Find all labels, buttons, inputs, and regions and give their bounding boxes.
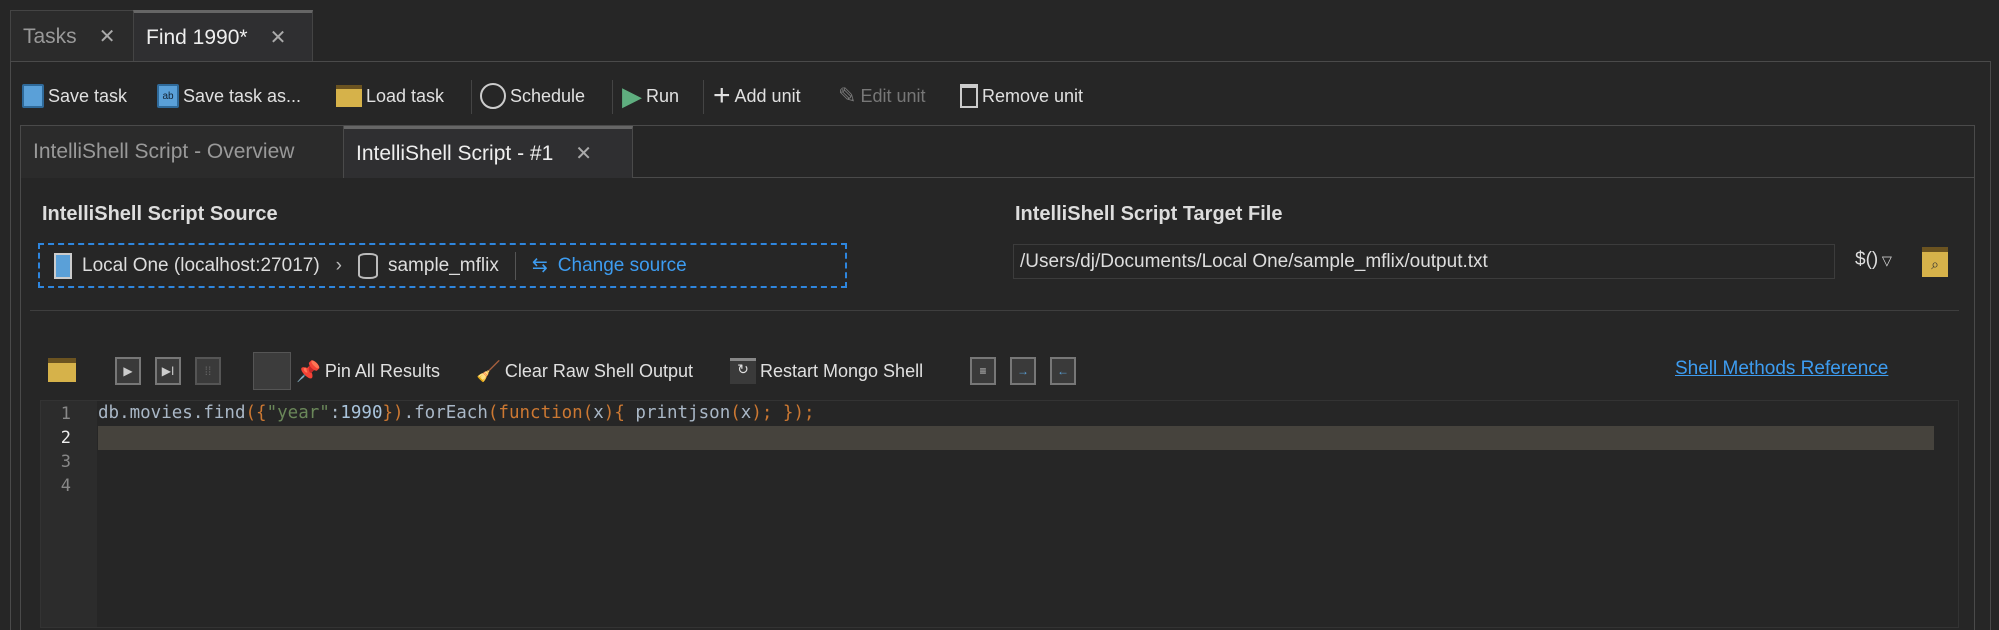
code-token: (function( <box>487 403 594 423</box>
restart-shell-button[interactable]: ↻ Restart Mongo Shell <box>730 356 923 386</box>
tab-tasks[interactable]: Tasks ✕ <box>10 10 134 62</box>
restart-icon: ↻ <box>730 358 756 384</box>
label: Save task <box>48 85 128 106</box>
tab-label: IntelliShell Script - Overview <box>33 140 295 163</box>
label: Schedule <box>510 85 586 106</box>
divider <box>612 80 613 114</box>
tab-find-1990[interactable]: Find 1990* ✕ <box>133 10 313 62</box>
pencil-icon: ✎ <box>838 83 857 108</box>
code-token: ( <box>730 403 741 423</box>
format-icon[interactable]: ≡ <box>970 357 996 385</box>
code-token: x <box>740 403 752 423</box>
close-icon[interactable]: ✕ <box>270 25 287 50</box>
target-file-input[interactable] <box>1013 244 1835 279</box>
execute-current-icon[interactable]: ▶I <box>155 357 181 385</box>
code-token: ){ <box>603 403 625 423</box>
outdent-icon[interactable]: ← <box>1050 357 1076 385</box>
dropdown-triangle-icon: ▽ <box>1878 253 1892 268</box>
schedule-button[interactable]: Schedule <box>480 80 585 112</box>
tab-label: Find 1990* <box>146 25 248 49</box>
shell-methods-reference-link[interactable]: Shell Methods Reference <box>1675 358 1888 380</box>
tab-label: IntelliShell Script - #1 <box>356 141 554 165</box>
label: Add unit <box>734 85 801 106</box>
open-folder-icon[interactable] <box>48 358 76 382</box>
browse-folder-icon[interactable]: ⌕ <box>1922 247 1948 277</box>
code-token: ); }); <box>751 403 815 423</box>
label: Clear Raw Shell Output <box>504 360 693 381</box>
label: Run <box>646 85 680 106</box>
label: Restart Mongo Shell <box>760 360 924 381</box>
divider <box>514 251 516 280</box>
variable-dropdown[interactable]: $() ▽ <box>1855 249 1892 271</box>
code-token: }) <box>382 403 404 423</box>
chevron-right-icon: › <box>335 254 342 276</box>
clear-output-button[interactable]: 🧹 Clear Raw Shell Output <box>476 356 693 386</box>
source-selector[interactable]: Local One (localhost:27017) › sample_mfl… <box>38 243 847 288</box>
folder-icon <box>336 85 362 107</box>
results-toggle-icon[interactable] <box>253 352 291 390</box>
label: Edit unit <box>860 85 926 106</box>
run-button[interactable]: ▶ Run <box>622 80 679 112</box>
broom-icon: 🧹 <box>476 360 501 383</box>
swap-arrows-icon: ⇆ <box>531 255 548 276</box>
divider <box>633 177 1975 178</box>
database-icon <box>357 252 378 279</box>
add-unit-button[interactable]: + Add unit <box>713 79 801 112</box>
load-task-button[interactable]: Load task <box>336 80 444 112</box>
edit-unit-button[interactable]: ✎ Edit unit <box>838 80 925 112</box>
database-name: sample_mflix <box>387 254 499 276</box>
save-task-as-button[interactable]: ab Save task as... <box>157 80 301 112</box>
script-editor[interactable]: 1 2 3 4 db.movies.find({"year":1990}).fo… <box>40 400 1959 628</box>
line-number: 1 <box>60 404 71 424</box>
stop-icon[interactable]: ⁞⁞ <box>195 357 221 385</box>
code-token: x <box>593 403 604 423</box>
play-icon: ▶ <box>622 80 642 111</box>
code-token: db.movies.find <box>98 403 246 423</box>
pin-all-results-button[interactable]: 📌 Pin All Results <box>296 356 440 386</box>
indent-icon[interactable]: → <box>1010 357 1036 385</box>
code-token: 1990 <box>340 403 383 423</box>
code-token: ({ <box>245 403 267 423</box>
code-token: : <box>329 403 341 423</box>
trash-icon <box>960 84 978 108</box>
pin-icon: 📌 <box>296 360 321 383</box>
server-icon <box>54 252 72 279</box>
tab-script-1[interactable]: IntelliShell Script - #1 ✕ <box>344 126 633 178</box>
close-icon[interactable]: ✕ <box>99 24 116 49</box>
label: Save task as... <box>183 85 302 106</box>
change-source-link[interactable]: Change source <box>558 255 687 277</box>
target-heading: IntelliShell Script Target File <box>1015 203 1283 225</box>
plus-icon: + <box>713 79 731 112</box>
divider <box>703 80 704 114</box>
close-icon[interactable]: ✕ <box>575 141 592 166</box>
connection-name: Local One (localhost:27017) <box>82 254 320 276</box>
save-task-button[interactable]: Save task <box>22 80 127 112</box>
label: Pin All Results <box>324 360 440 381</box>
execute-icon[interactable]: ▶ <box>115 357 141 385</box>
floppy-disk-ab-icon: ab <box>157 84 179 108</box>
divider <box>30 310 1959 311</box>
remove-unit-button[interactable]: Remove unit <box>960 80 1083 112</box>
label: $() <box>1855 249 1879 270</box>
code-token: .forEach <box>403 403 488 423</box>
line-number: 2 <box>60 428 71 448</box>
code-token: printjson <box>624 403 731 423</box>
source-heading: IntelliShell Script Source <box>42 203 278 225</box>
floppy-disk-icon <box>22 84 44 108</box>
current-line-highlight <box>98 426 1934 450</box>
line-number: 3 <box>60 452 71 472</box>
label: Load task <box>366 85 445 106</box>
line-number-gutter: 1 2 3 4 <box>41 401 97 627</box>
line-number: 4 <box>60 476 71 496</box>
label: Remove unit <box>982 85 1084 106</box>
code-token: "year" <box>266 403 330 423</box>
code-line: db.movies.find({"year":1990}).forEach(fu… <box>98 403 815 423</box>
clock-icon <box>480 83 506 109</box>
tab-label: Tasks <box>23 24 77 48</box>
tab-script-overview[interactable]: IntelliShell Script - Overview <box>21 126 344 178</box>
divider <box>471 80 472 114</box>
